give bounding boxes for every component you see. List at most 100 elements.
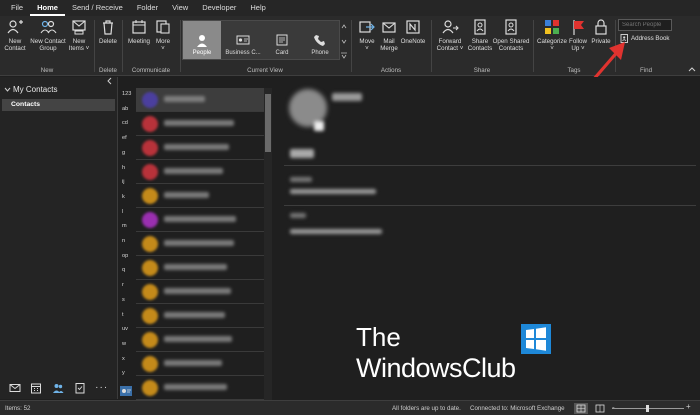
sync-status: All folders are up to date. xyxy=(392,405,461,412)
onenote-button[interactable]: OneNote xyxy=(400,18,426,45)
menu-tab-folder[interactable]: Folder xyxy=(130,0,165,16)
index-letter[interactable]: m xyxy=(122,223,127,229)
delete-button[interactable]: Delete xyxy=(97,18,119,45)
contact-card[interactable] xyxy=(136,376,264,400)
menu-tab-developer[interactable]: Developer xyxy=(195,0,243,16)
people-icon xyxy=(40,20,57,34)
more-apps-icon[interactable]: ··· xyxy=(95,383,108,393)
calendar-icon[interactable] xyxy=(30,382,42,394)
view-people[interactable]: People xyxy=(183,21,221,59)
open-shared-contacts-button[interactable]: Open Shared Contacts xyxy=(492,18,530,52)
index-letter[interactable]: w xyxy=(122,341,126,347)
contact-card[interactable] xyxy=(136,352,264,376)
index-letter[interactable]: cd xyxy=(122,120,128,126)
index-letter[interactable]: t xyxy=(122,312,124,318)
contact-card[interactable] xyxy=(136,208,264,232)
contact-card-icon[interactable] xyxy=(119,385,133,397)
folder-contacts[interactable]: Contacts xyxy=(2,99,115,111)
mail-merge-button[interactable]: Mail Merge xyxy=(378,18,400,52)
business-card-icon xyxy=(236,35,250,45)
contact-avatar xyxy=(142,380,158,396)
view-phone[interactable]: Phone xyxy=(301,21,339,59)
more-communicate-icon xyxy=(156,20,170,34)
index-letter[interactable]: h xyxy=(122,165,125,171)
index-letter[interactable]: y xyxy=(122,370,125,376)
forward-contact-button[interactable]: Forward Contact ˅ xyxy=(434,18,466,52)
contact-name-blurred xyxy=(164,216,236,222)
index-letter[interactable]: k xyxy=(122,194,125,200)
index-letter[interactable]: uv xyxy=(122,326,128,332)
contact-card[interactable] xyxy=(136,112,264,136)
index-letter[interactable]: g xyxy=(122,150,125,156)
scrollbar-thumb[interactable] xyxy=(265,94,271,152)
menu-tab-home[interactable]: Home xyxy=(30,0,65,16)
collapse-ribbon-icon[interactable] xyxy=(688,66,696,72)
person-add-icon xyxy=(7,20,23,34)
contact-name-blurred xyxy=(164,312,225,318)
zoom-in-icon[interactable]: + xyxy=(686,402,691,411)
new-items-button[interactable]: New Items ˅ xyxy=(67,18,91,52)
my-contacts-header[interactable]: My Contacts xyxy=(4,85,57,94)
mail-icon[interactable] xyxy=(9,382,21,394)
forward-contact-icon xyxy=(442,20,459,34)
index-letter[interactable]: ab xyxy=(122,106,128,112)
contact-card[interactable] xyxy=(136,256,264,280)
contact-card[interactable] xyxy=(136,280,264,304)
current-view-gallery: People Business C... Card Phone xyxy=(182,20,340,60)
reading-view-icon[interactable] xyxy=(594,403,606,414)
contact-avatar xyxy=(142,356,158,372)
contact-card[interactable] xyxy=(136,328,264,352)
contact-card[interactable] xyxy=(136,160,264,184)
contact-card[interactable] xyxy=(136,184,264,208)
view-business-card[interactable]: Business C... xyxy=(223,21,263,59)
more-button[interactable]: More ˅ xyxy=(153,18,173,52)
index-letter[interactable]: r xyxy=(122,282,124,288)
menu-tab-file[interactable]: File xyxy=(4,0,30,16)
tasks-icon[interactable] xyxy=(74,382,86,394)
collapse-folder-pane-icon[interactable] xyxy=(106,77,114,85)
contact-list-scrollbar[interactable] xyxy=(264,88,272,400)
categorize-icon xyxy=(545,20,559,34)
contact-name-blurred xyxy=(164,336,232,342)
index-letter[interactable]: x xyxy=(122,356,125,362)
search-people-input[interactable] xyxy=(618,19,672,31)
windows-logo-icon xyxy=(521,324,551,354)
people-icon[interactable] xyxy=(52,382,64,394)
envelope-stack-icon xyxy=(72,20,86,35)
contact-name-blurred xyxy=(332,93,362,101)
normal-view-button[interactable] xyxy=(574,403,588,414)
index-letter[interactable]: n xyxy=(122,238,125,244)
menu-tab-view[interactable]: View xyxy=(165,0,195,16)
menu-tab-send-receive[interactable]: Send / Receive xyxy=(65,0,130,16)
contact-card[interactable] xyxy=(136,232,264,256)
divider xyxy=(284,165,696,166)
contact-name-blurred xyxy=(164,360,222,366)
index-letter[interactable]: s xyxy=(122,297,125,303)
contact-card[interactable] xyxy=(136,136,264,160)
index-letter[interactable]: op xyxy=(122,253,128,259)
index-letter[interactable]: 123 xyxy=(122,91,131,97)
index-letter[interactable]: l xyxy=(122,209,123,215)
categorize-button[interactable]: Categorize ˅ xyxy=(536,18,568,52)
contact-avatar xyxy=(142,164,158,180)
contact-card[interactable] xyxy=(136,304,264,328)
outlook-window: File Home Send / Receive Folder View Develope… xyxy=(0,0,700,415)
contact-card[interactable] xyxy=(136,88,264,112)
view-gallery-scroll[interactable] xyxy=(340,20,348,60)
zoom-slider-thumb[interactable] xyxy=(646,405,649,412)
meeting-button[interactable]: Meeting xyxy=(126,18,152,45)
new-contact-group-button[interactable]: New Contact Group xyxy=(28,18,68,52)
index-letter[interactable]: q xyxy=(122,267,125,273)
contact-avatar xyxy=(142,308,158,324)
menu-tab-help[interactable]: Help xyxy=(243,0,272,16)
share-contacts-button[interactable]: Share Contacts xyxy=(467,18,493,52)
contact-name-blurred xyxy=(164,240,234,246)
new-contact-button[interactable]: New Contact xyxy=(3,18,27,52)
index-letter[interactable]: ef xyxy=(122,135,127,141)
alphabet-index: 123abcdefghijklmnopqrstuvwxyz xyxy=(118,88,136,400)
contact-name-blurred xyxy=(164,384,227,390)
move-button[interactable]: Move ˅ xyxy=(356,18,378,52)
contact-avatar xyxy=(142,188,158,204)
index-letter[interactable]: ij xyxy=(122,179,125,185)
view-card[interactable]: Card xyxy=(263,21,301,59)
